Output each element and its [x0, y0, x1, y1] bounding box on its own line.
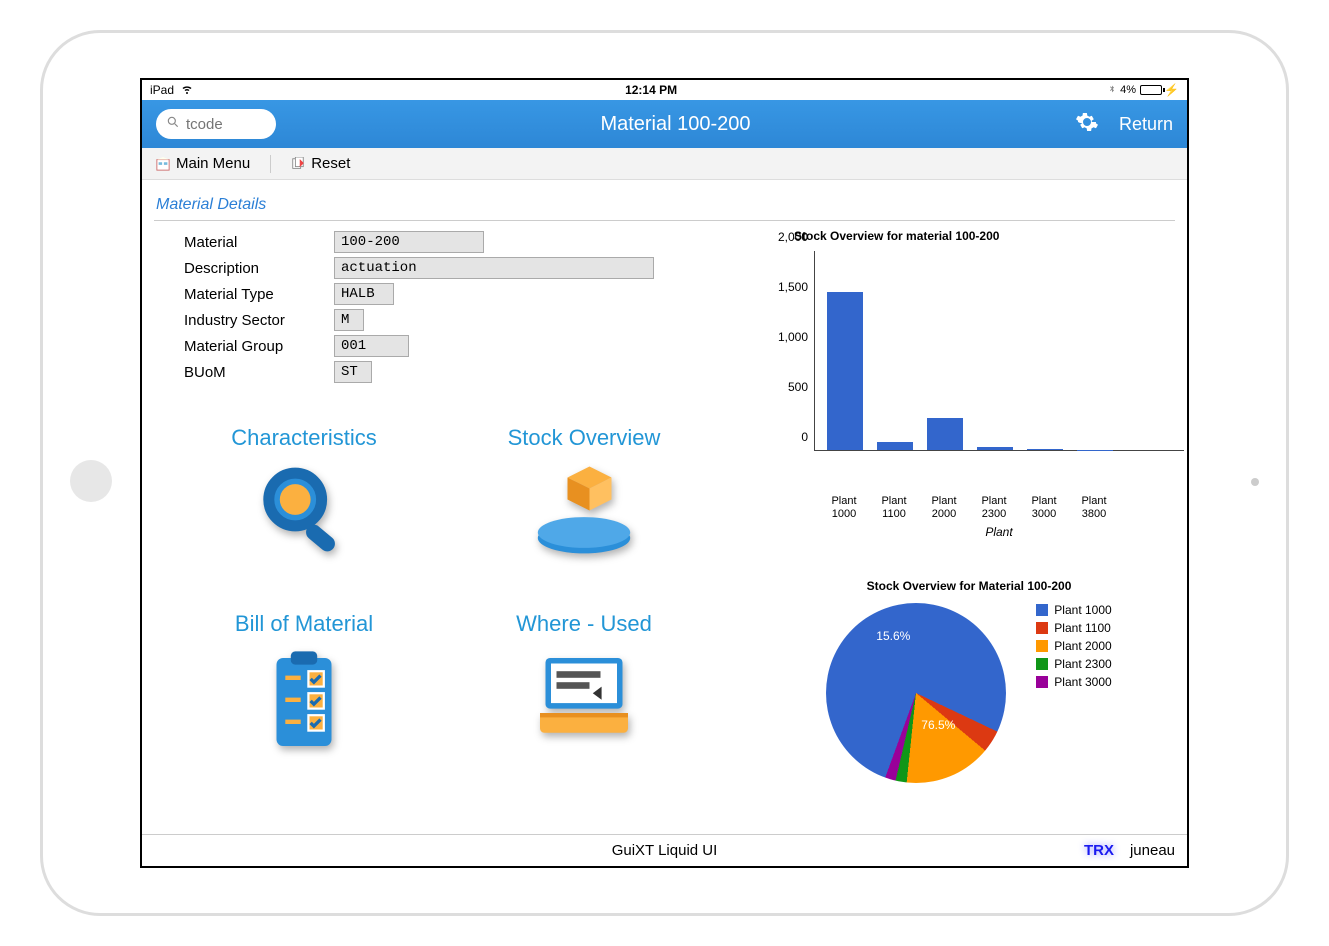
tile-stock-overview[interactable]: Stock Overview [474, 425, 694, 551]
toolbar-separator [270, 155, 271, 173]
battery-percent: 4% [1120, 84, 1136, 96]
field-value-description[interactable]: actuation [334, 257, 654, 279]
bluetooth-icon [1108, 83, 1116, 98]
home-button[interactable] [70, 460, 112, 502]
pie-chart-title: Stock Overview for Material 100-200 [754, 579, 1184, 593]
wifi-icon [180, 83, 194, 98]
tile-label: Characteristics [194, 425, 414, 451]
field-value-material-group[interactable]: 001 [334, 335, 409, 357]
computer-icon [529, 647, 639, 737]
battery-icon: ⚡ [1140, 83, 1179, 97]
section-title: Material Details [154, 192, 1175, 218]
legend-item: Plant 2300 [1036, 657, 1111, 671]
tile-label: Stock Overview [474, 425, 694, 451]
reset-button[interactable]: Reset [291, 155, 350, 172]
tile-characteristics[interactable]: Characteristics [194, 425, 414, 551]
field-value-industry-sector[interactable]: M [334, 309, 364, 331]
tile-label: Bill of Material [194, 611, 414, 637]
bar-chart-x-labels: Plant1000Plant1100Plant2000Plant2300Plan… [814, 491, 1184, 521]
section-separator [154, 220, 1175, 221]
page-title: Material 100-200 [276, 113, 1075, 136]
bar-chart-x-title: Plant [814, 525, 1184, 539]
host-label: juneau [1130, 842, 1175, 859]
reset-icon [291, 157, 305, 171]
pie: 76.5% 15.6% [826, 603, 1006, 783]
clock: 12:14 PM [625, 83, 677, 97]
field-label-material: Material [184, 234, 334, 251]
field-label-industry-sector: Industry Sector [184, 312, 334, 329]
main-menu-button[interactable]: Main Menu [156, 155, 250, 172]
bar-chart-plot [814, 251, 1184, 451]
trx-badge[interactable]: TRX [1084, 842, 1114, 859]
bar [927, 418, 963, 450]
app-header: Material 100-200 Return [142, 100, 1187, 148]
bar-chart: Stock Overview for material 100-200 05001… [754, 229, 1184, 539]
field-value-material-type[interactable]: HALB [334, 283, 394, 305]
material-fields: Material100-200 Descriptionactuation Mat… [154, 229, 684, 385]
main-menu-label: Main Menu [176, 155, 250, 172]
camera-dot [1251, 478, 1259, 486]
tcode-search[interactable] [156, 109, 276, 139]
pie-slice-label: 15.6% [876, 629, 910, 643]
ios-status-bar: iPad 12:14 PM 4% ⚡ [142, 80, 1187, 100]
footer: GuiXT Liquid UI TRX juneau [142, 834, 1187, 866]
bar-chart-title: Stock Overview for material 100-200 [794, 229, 1184, 243]
legend-item: Plant 2000 [1036, 639, 1111, 653]
field-label-material-type: Material Type [184, 286, 334, 303]
toolbar: Main Menu Reset [142, 148, 1187, 180]
bar [977, 447, 1013, 450]
search-icon [166, 115, 180, 134]
legend-item: Plant 1100 [1036, 621, 1111, 635]
tile-bill-of-material[interactable]: Bill of Material [194, 611, 414, 737]
app-screen: iPad 12:14 PM 4% ⚡ Material 100-200 [140, 78, 1189, 868]
content-area: Material Details Material100-200 Descrip… [142, 180, 1187, 795]
bar [877, 442, 913, 450]
pie-chart-legend: Plant 1000 Plant 1100 Plant 2000 Plant 2300… [1036, 603, 1111, 693]
magnifier-icon [249, 461, 359, 551]
tcode-input[interactable] [186, 116, 256, 133]
field-value-material[interactable]: 100-200 [334, 231, 484, 253]
conveyor-box-icon [529, 461, 639, 551]
field-value-buom[interactable]: ST [334, 361, 372, 383]
home-icon [156, 157, 170, 171]
tile-label: Where - Used [474, 611, 694, 637]
bar-chart-y-axis: 05001,0001,5002,000 [754, 251, 814, 491]
settings-button[interactable] [1075, 110, 1099, 139]
footer-brand: GuiXT Liquid UI [612, 842, 718, 859]
charts-panel: Stock Overview for material 100-200 05001… [754, 229, 1184, 783]
device-label: iPad [150, 83, 174, 97]
field-label-buom: BUoM [184, 364, 334, 381]
bar [827, 292, 863, 450]
action-tiles: Characteristics Stock Overview Bill of M… [154, 385, 734, 777]
return-button[interactable]: Return [1119, 114, 1173, 135]
legend-item: Plant 3000 [1036, 675, 1111, 689]
clipboard-check-icon [249, 647, 359, 737]
bar [1077, 450, 1113, 451]
pie-slice-label: 76.5% [921, 718, 955, 732]
reset-label: Reset [311, 155, 350, 172]
bar [1027, 449, 1063, 450]
tile-where-used[interactable]: Where - Used [474, 611, 694, 737]
pie-chart: Stock Overview for Material 100-200 76.5… [754, 579, 1184, 783]
legend-item: Plant 1000 [1036, 603, 1111, 617]
field-label-material-group: Material Group [184, 338, 334, 355]
field-label-description: Description [184, 260, 334, 277]
